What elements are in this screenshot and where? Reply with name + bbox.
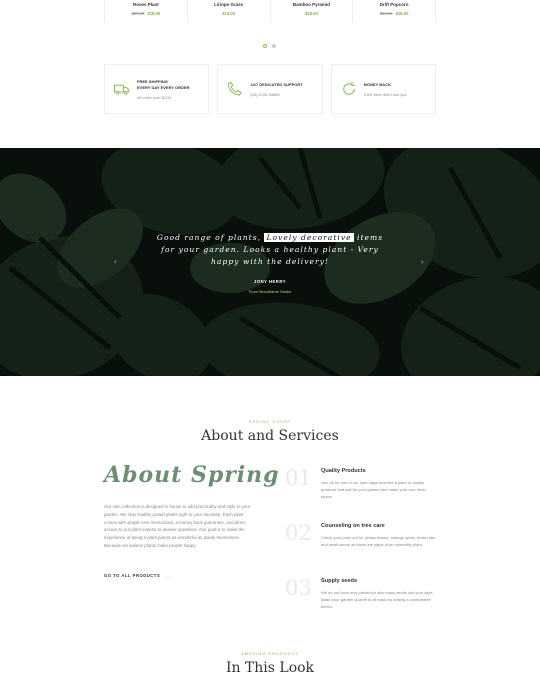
feature-subtitle: If the item didn't suit you <box>363 91 407 97</box>
truck-icon <box>113 84 130 95</box>
testimonial-author: JONY HERRY <box>254 279 286 284</box>
feature-support: 24/7 DEDICATED SUPPORT (03) 4728 94884 <box>217 64 323 114</box>
quote-highlight: Lovely decorative <box>264 233 354 242</box>
about-heading: About Spring <box>104 462 280 488</box>
phone-icon <box>228 81 243 96</box>
product-card[interactable]: Bamboo Pyramid $18.00 <box>271 0 354 22</box>
product-price: $18.00 <box>271 11 353 16</box>
feature-title-2: EVERY DAY EVERY ORDER <box>137 84 190 90</box>
about-description: Our own collection is designed in house … <box>104 504 251 548</box>
all-products-link-label[interactable]: GO TO ALL PRODUCTS <box>104 573 160 578</box>
feature-subtitle: All order over $100 <box>137 94 171 100</box>
new-price: $19.00 <box>222 11 236 16</box>
product-card[interactable]: Liriope Grass $19.00 <box>188 0 271 22</box>
feature-money-back: MONEY BACK If the item didn't suit you <box>330 64 436 114</box>
service-number: 02 <box>285 521 312 545</box>
quote-text: Good range of plants, <box>156 233 265 242</box>
product-card[interactable]: Drift Popcorn $18.00 $16.00 <box>353 0 436 22</box>
service-item: 03 Supply seeds We do not have only plan… <box>285 576 435 616</box>
service-description: Join us for one of our open days and fin… <box>321 480 426 499</box>
service-item: 01 Quality Products Join us for one of o… <box>285 466 435 506</box>
product-strip: Roses Plant $20.00 $18.00 Liriope Grass $… <box>104 0 436 22</box>
about-section-title: About and Services <box>201 428 339 444</box>
service-description: We do not have only plants but also many… <box>321 590 434 609</box>
refresh-icon <box>342 82 355 95</box>
product-name[interactable]: Bamboo Pyramid <box>271 2 353 7</box>
product-price: $19.00 <box>188 11 270 16</box>
testimonial-hero: ‹ › Good range of plants, Lovely decorat… <box>0 148 540 376</box>
feature-subtitle: (03) 4728 94884 <box>250 91 280 97</box>
feature-shipping: FREE SHIPPING EVERY DAY EVERY ORDER All … <box>104 64 210 114</box>
product-price: $18.00 $16.00 <box>353 11 435 16</box>
product-name[interactable]: Drift Popcorn <box>353 2 435 7</box>
testimonial-quote: Good range of plants, Lovely decorative … <box>150 232 390 268</box>
feature-text: 24/7 DEDICATED SUPPORT (03) 4728 94884 <box>250 82 302 97</box>
service-number: 01 <box>285 466 312 490</box>
old-price: $18.00 <box>379 11 393 16</box>
carousel-dots <box>263 44 276 48</box>
look-section-title: In This Look <box>225 660 315 676</box>
prev-arrow-icon[interactable]: ‹ <box>114 257 117 266</box>
arrow-right-icon[interactable]: → <box>165 573 170 578</box>
new-price: $16.00 <box>395 11 409 16</box>
new-price: $18.00 <box>304 11 318 16</box>
feature-title: MONEY BACK <box>363 81 391 87</box>
old-price: $20.00 <box>131 11 145 16</box>
look-kicker: AMAZING PRODUCTS <box>241 651 299 656</box>
service-item: 02 Counseling on tree care Check your pl… <box>285 521 435 561</box>
service-title: Quality Products <box>321 468 366 474</box>
service-number: 03 <box>285 576 312 600</box>
next-arrow-icon[interactable]: › <box>421 257 424 266</box>
feature-title: 24/7 DEDICATED SUPPORT <box>250 81 303 87</box>
features-row: FREE SHIPPING EVERY DAY EVERY ORDER All … <box>104 64 436 114</box>
product-price: $20.00 $18.00 <box>105 11 187 16</box>
carousel-dot[interactable] <box>272 44 276 48</box>
feature-text: FREE SHIPPING EVERY DAY EVERY ORDER All … <box>137 79 189 100</box>
service-description: Check your plant out for yellow leaves, … <box>321 535 436 547</box>
product-name[interactable]: Roses Plant <box>105 2 187 7</box>
carousel-dot-active[interactable] <box>263 44 267 48</box>
feature-text: MONEY BACK If the item didn't suit you <box>364 82 407 97</box>
product-card[interactable]: Roses Plant $20.00 $18.00 <box>104 0 188 22</box>
all-products-link[interactable]: GO TO ALL PRODUCTS → <box>104 573 170 578</box>
testimonial-role: From Moonflame Studio <box>248 289 292 294</box>
new-price: $18.00 <box>147 11 161 16</box>
service-title: Supply seeds <box>321 578 358 584</box>
service-title: Counseling on tree care <box>321 523 385 529</box>
product-name[interactable]: Liriope Grass <box>188 2 270 7</box>
about-kicker: SPRING STORE <box>248 419 292 424</box>
